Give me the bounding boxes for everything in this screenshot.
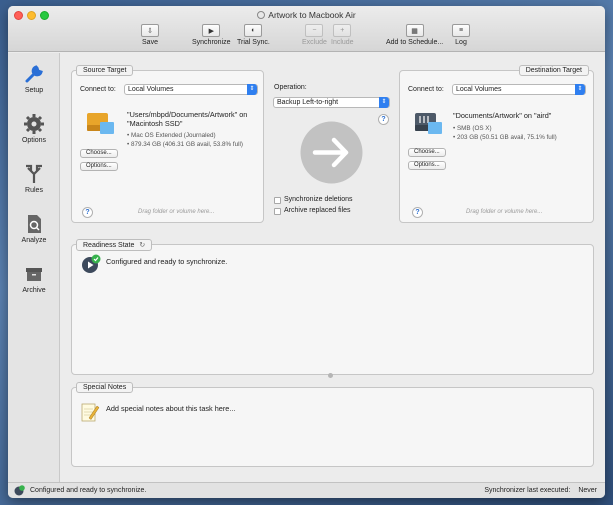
destination-choose-button[interactable]: Choose... [408,148,446,157]
archive-icon [23,263,45,285]
log-label: Log [455,39,467,46]
source-capacity: • 879.34 GB (406.31 GB avail, 53.8% full… [127,141,243,148]
special-notes-tab: Special Notes [76,382,134,393]
save-button[interactable]: ⇩ Save [141,24,159,46]
window-title: Artwork to Macbook Air [8,10,605,20]
sidebar-item-options[interactable]: Options [8,113,60,144]
destination-options-button[interactable]: Options... [408,161,446,170]
refresh-icon[interactable]: ↻ [139,242,145,249]
analyze-icon [23,213,45,235]
sidebar-item-rules[interactable]: Rules [8,163,60,194]
archive-replaced-checkbox[interactable] [274,208,281,215]
gear-icon [23,113,45,135]
add-to-schedule-label: Add to Schedule... [386,39,444,46]
special-notes-panel: Special Notes Add special notes about th… [71,382,594,467]
sync-deletions-checkbox[interactable] [274,197,281,204]
wrench-icon [23,63,45,85]
include-button[interactable]: + Include [331,24,354,46]
destination-target-panel: Destination Target Connect to: Local Vol… [399,65,594,223]
trial-sync-button[interactable]: ◐ Trial Sync. [237,24,270,46]
destination-format: • SMB (OS X) [453,125,492,132]
source-format: • Mac OS Extended (Journaled) [127,132,216,139]
readiness-state-tab-label: Readiness State [83,242,135,249]
destination-capacity: • 203 GB (50.51 GB avail, 75.1% full) [453,134,557,141]
status-ready-icon [14,485,25,496]
sync-deletions-label: Synchronize deletions [284,196,353,203]
archive-replaced-label: Archive replaced files [284,207,351,214]
destination-target-tab: Destination Target [518,65,589,76]
sidebar-item-label: Rules [25,187,43,194]
source-connect-select[interactable]: Local Volumes ⇕ [124,84,258,95]
document-icon [257,11,266,19]
destination-connect-label: Connect to: [408,86,444,93]
sidebar-item-archive[interactable]: Archive [8,263,60,294]
synchronize-label: Synchronize [192,39,231,46]
network-drive-icon [414,111,444,137]
source-options-button[interactable]: Options... [80,162,118,171]
destination-drag-hint: Drag folder or volume here... [466,209,543,215]
fork-icon [23,163,45,185]
sidebar-item-label: Archive [22,287,46,294]
source-volume: "Macintosh SSD" [127,119,183,128]
sidebar-item-analyze[interactable]: Analyze [8,213,60,244]
sidebar-item-label: Options [21,137,47,144]
chevron-updown-icon: ⇕ [379,97,389,108]
readiness-state-tab: Readiness State ↻ [76,239,153,251]
sync-direction-arrow-icon [300,121,363,184]
special-notes-field[interactable]: Add special notes about this task here..… [106,404,235,413]
add-to-schedule-button[interactable]: ▦ Add to Schedule... [386,24,443,46]
notepad-pencil-icon [80,402,100,424]
hard-drive-icon [86,111,116,137]
include-icon: + [333,24,352,37]
sidebar-item-label: Setup [24,87,44,94]
operation-select[interactable]: Backup Left-to-right ⇕ [273,97,390,108]
readiness-state-panel: Readiness State ↻ Configured and ready t… [71,239,594,375]
sidebar-item-setup[interactable]: Setup [8,63,60,94]
operation-value: Backup Left-to-right [277,99,339,106]
last-executed: Synchronizer last executed: Never [484,487,597,494]
source-target-tab: Source Target [76,65,134,76]
status-message: Configured and ready to synchronize. [30,487,147,494]
window-title-text: Artwork to Macbook Air [268,10,356,20]
source-path: "Users/mbpd/Documents/Artwork" on [127,110,248,119]
synchronize-button[interactable]: ▶ Synchronize [192,24,231,46]
sidebar-item-label: Analyze [21,237,47,244]
source-drag-hint: Drag folder or volume here... [138,209,215,215]
status-bar: Configured and ready to synchronize. Syn… [8,482,605,498]
sidebar: Setup Options Rules Analyze Archive [8,53,60,482]
destination-help-button[interactable]: ? [412,207,423,218]
source-choose-button[interactable]: Choose... [80,149,118,158]
log-button[interactable]: ≡ Log [452,24,470,46]
source-connect-value: Local Volumes [128,86,174,93]
destination-path: "Documents/Artwork" on "aird" [453,111,552,120]
trial-sync-label: Trial Sync. [237,39,270,46]
operation-help-button[interactable]: ? [378,114,389,125]
save-label: Save [142,39,158,46]
destination-connect-value: Local Volumes [456,86,502,93]
app-window: Artwork to Macbook Air ⇩ Save ▶ Synchron… [8,6,605,498]
chevron-updown-icon: ⇕ [575,84,585,95]
log-icon: ≡ [452,24,470,37]
calendar-icon: ▦ [405,24,424,37]
source-target-panel: Source Target Connect to: Local Volumes … [71,65,264,223]
exclude-button[interactable]: − Exclude [302,24,327,46]
exclude-icon: − [305,24,324,37]
last-executed-value: Never [578,487,597,494]
play-icon: ▶ [202,24,221,37]
source-help-button[interactable]: ? [82,207,93,218]
exclude-label: Exclude [302,39,327,46]
chevron-updown-icon: ⇕ [247,84,257,95]
save-icon: ⇩ [141,24,159,37]
trial-sync-icon: ◐ [244,24,263,37]
readiness-message: Configured and ready to synchronize. [106,257,228,266]
ready-status-icon [81,254,101,274]
toolbar: Artwork to Macbook Air ⇩ Save ▶ Synchron… [8,6,605,52]
destination-connect-select[interactable]: Local Volumes ⇕ [452,84,586,95]
operation-label: Operation: [274,84,307,91]
source-connect-label: Connect to: [80,86,116,93]
include-label: Include [331,39,354,46]
split-resize-handle[interactable] [328,373,333,378]
last-executed-label: Synchronizer last executed: [484,487,571,494]
